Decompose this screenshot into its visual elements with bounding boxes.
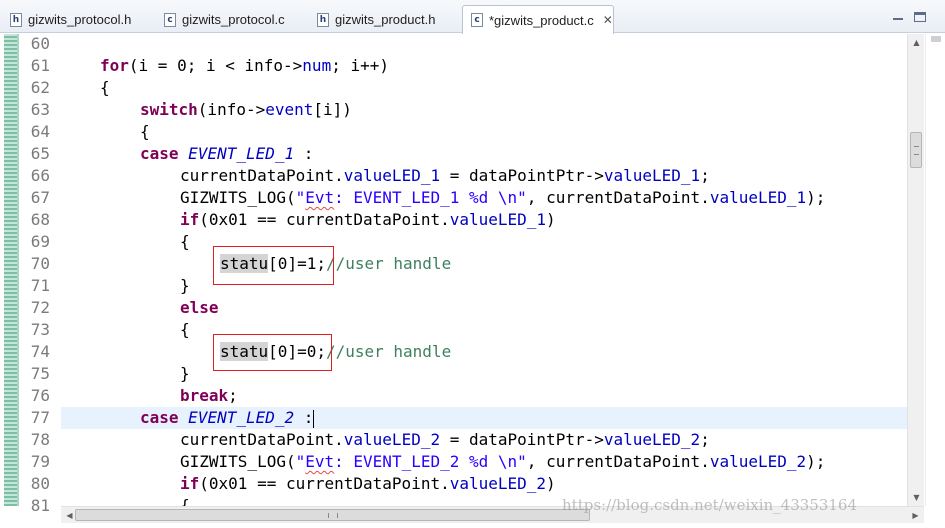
annotation-box [213,334,332,371]
line-number: 68 [30,210,50,229]
line-number: 61 [30,56,50,75]
code-line: break; [180,386,238,405]
code-line: else [180,298,219,317]
line-number: 63 [30,100,50,119]
line-number: 69 [30,232,50,251]
line-number: 75 [30,364,50,383]
code-text[interactable]: for(i = 0; i < info->num; i++) { switch(… [61,34,907,506]
text-caret [313,409,315,428]
code-line: { [180,496,190,506]
code-line: { [180,232,190,251]
line-number: 76 [30,386,50,405]
line-number: 73 [30,320,50,339]
horizontal-scroll-thumb[interactable] [75,509,590,521]
vertical-scrollbar[interactable]: ▲ ▼ [907,34,924,506]
line-number: 62 [30,78,50,97]
line-number: 72 [30,298,50,317]
tab-gizwits-protocol-c[interactable]: c gizwits_protocol.c [156,6,285,33]
line-number: 67 [30,188,50,207]
c-file-icon: c [164,12,176,27]
code-line: GIZWITS_LOG("Evt: EVENT_LED_2 %d \n", cu… [180,452,826,471]
header-file-icon: h [10,12,22,27]
close-icon[interactable]: ✕ [603,13,613,27]
code-line: switch(info->event[i]) [140,100,352,119]
maximize-icon[interactable] [914,12,926,22]
code-line: } [180,364,190,383]
code-line-current: case EVENT_LED_2 : [140,408,315,428]
line-number: 80 [30,474,50,493]
code-line: { [180,320,190,339]
code-line: GIZWITS_LOG("Evt: EVENT_LED_1 %d \n", cu… [180,188,826,207]
line-number: 71 [30,276,50,295]
line-number: 74 [30,342,50,361]
tab-label: gizwits_product.h [335,12,436,27]
code-line: } [180,276,190,295]
arrow-down-icon[interactable]: ▼ [908,489,925,506]
code-editor[interactable]: 60 61 62 63 64 65 66 67 68 69 70 71 72 7… [0,34,945,528]
line-number: 60 [30,34,50,53]
line-number: 66 [30,166,50,185]
line-number: 81 [30,496,50,515]
tab-gizwits-product-c[interactable]: c *gizwits_product.c ✕ [462,5,614,34]
tab-label: *gizwits_product.c [489,12,594,28]
line-number: 77 [30,408,50,427]
code-line: { [100,78,110,97]
tab-gizwits-protocol-h[interactable]: h gizwits_protocol.h [2,6,131,33]
minimize-icon[interactable] [892,12,904,22]
overview-marker[interactable] [931,36,941,42]
line-number: 64 [30,122,50,141]
code-line: for(i = 0; i < info->num; i++) [100,56,389,75]
code-line: if(0x01 == currentDataPoint.valueLED_2) [180,474,556,493]
code-line: { [140,122,150,141]
code-line: currentDataPoint.valueLED_1 = dataPointP… [180,166,710,185]
overview-ruler[interactable] [925,34,945,506]
change-ruler [4,34,17,506]
arrow-up-icon[interactable]: ▲ [908,34,925,51]
line-number: 70 [30,254,50,273]
tab-label: gizwits_protocol.h [28,12,132,27]
code-line: currentDataPoint.valueLED_2 = dataPointP… [180,430,710,449]
line-number: 65 [30,144,50,163]
tab-gizwits-product-h[interactable]: h gizwits_product.h [309,6,435,33]
code-line: case EVENT_LED_1 : [140,144,314,163]
line-number: 79 [30,452,50,471]
editor-tab-bar: h gizwits_protocol.h c gizwits_protocol.… [0,0,945,34]
line-number: 78 [30,430,50,449]
tab-label: gizwits_protocol.c [182,12,285,27]
code-line: if(0x01 == currentDataPoint.valueLED_1) [180,210,556,229]
header-file-icon: h [317,12,329,27]
arrow-right-icon[interactable]: ▶ [907,507,924,524]
annotation-box [213,246,334,285]
vertical-scroll-thumb[interactable] [910,132,922,168]
change-ruler-edge [17,34,19,506]
c-file-icon: c [471,13,483,27]
watermark: https://blog.csdn.net/weixin_43353164 [562,496,858,514]
